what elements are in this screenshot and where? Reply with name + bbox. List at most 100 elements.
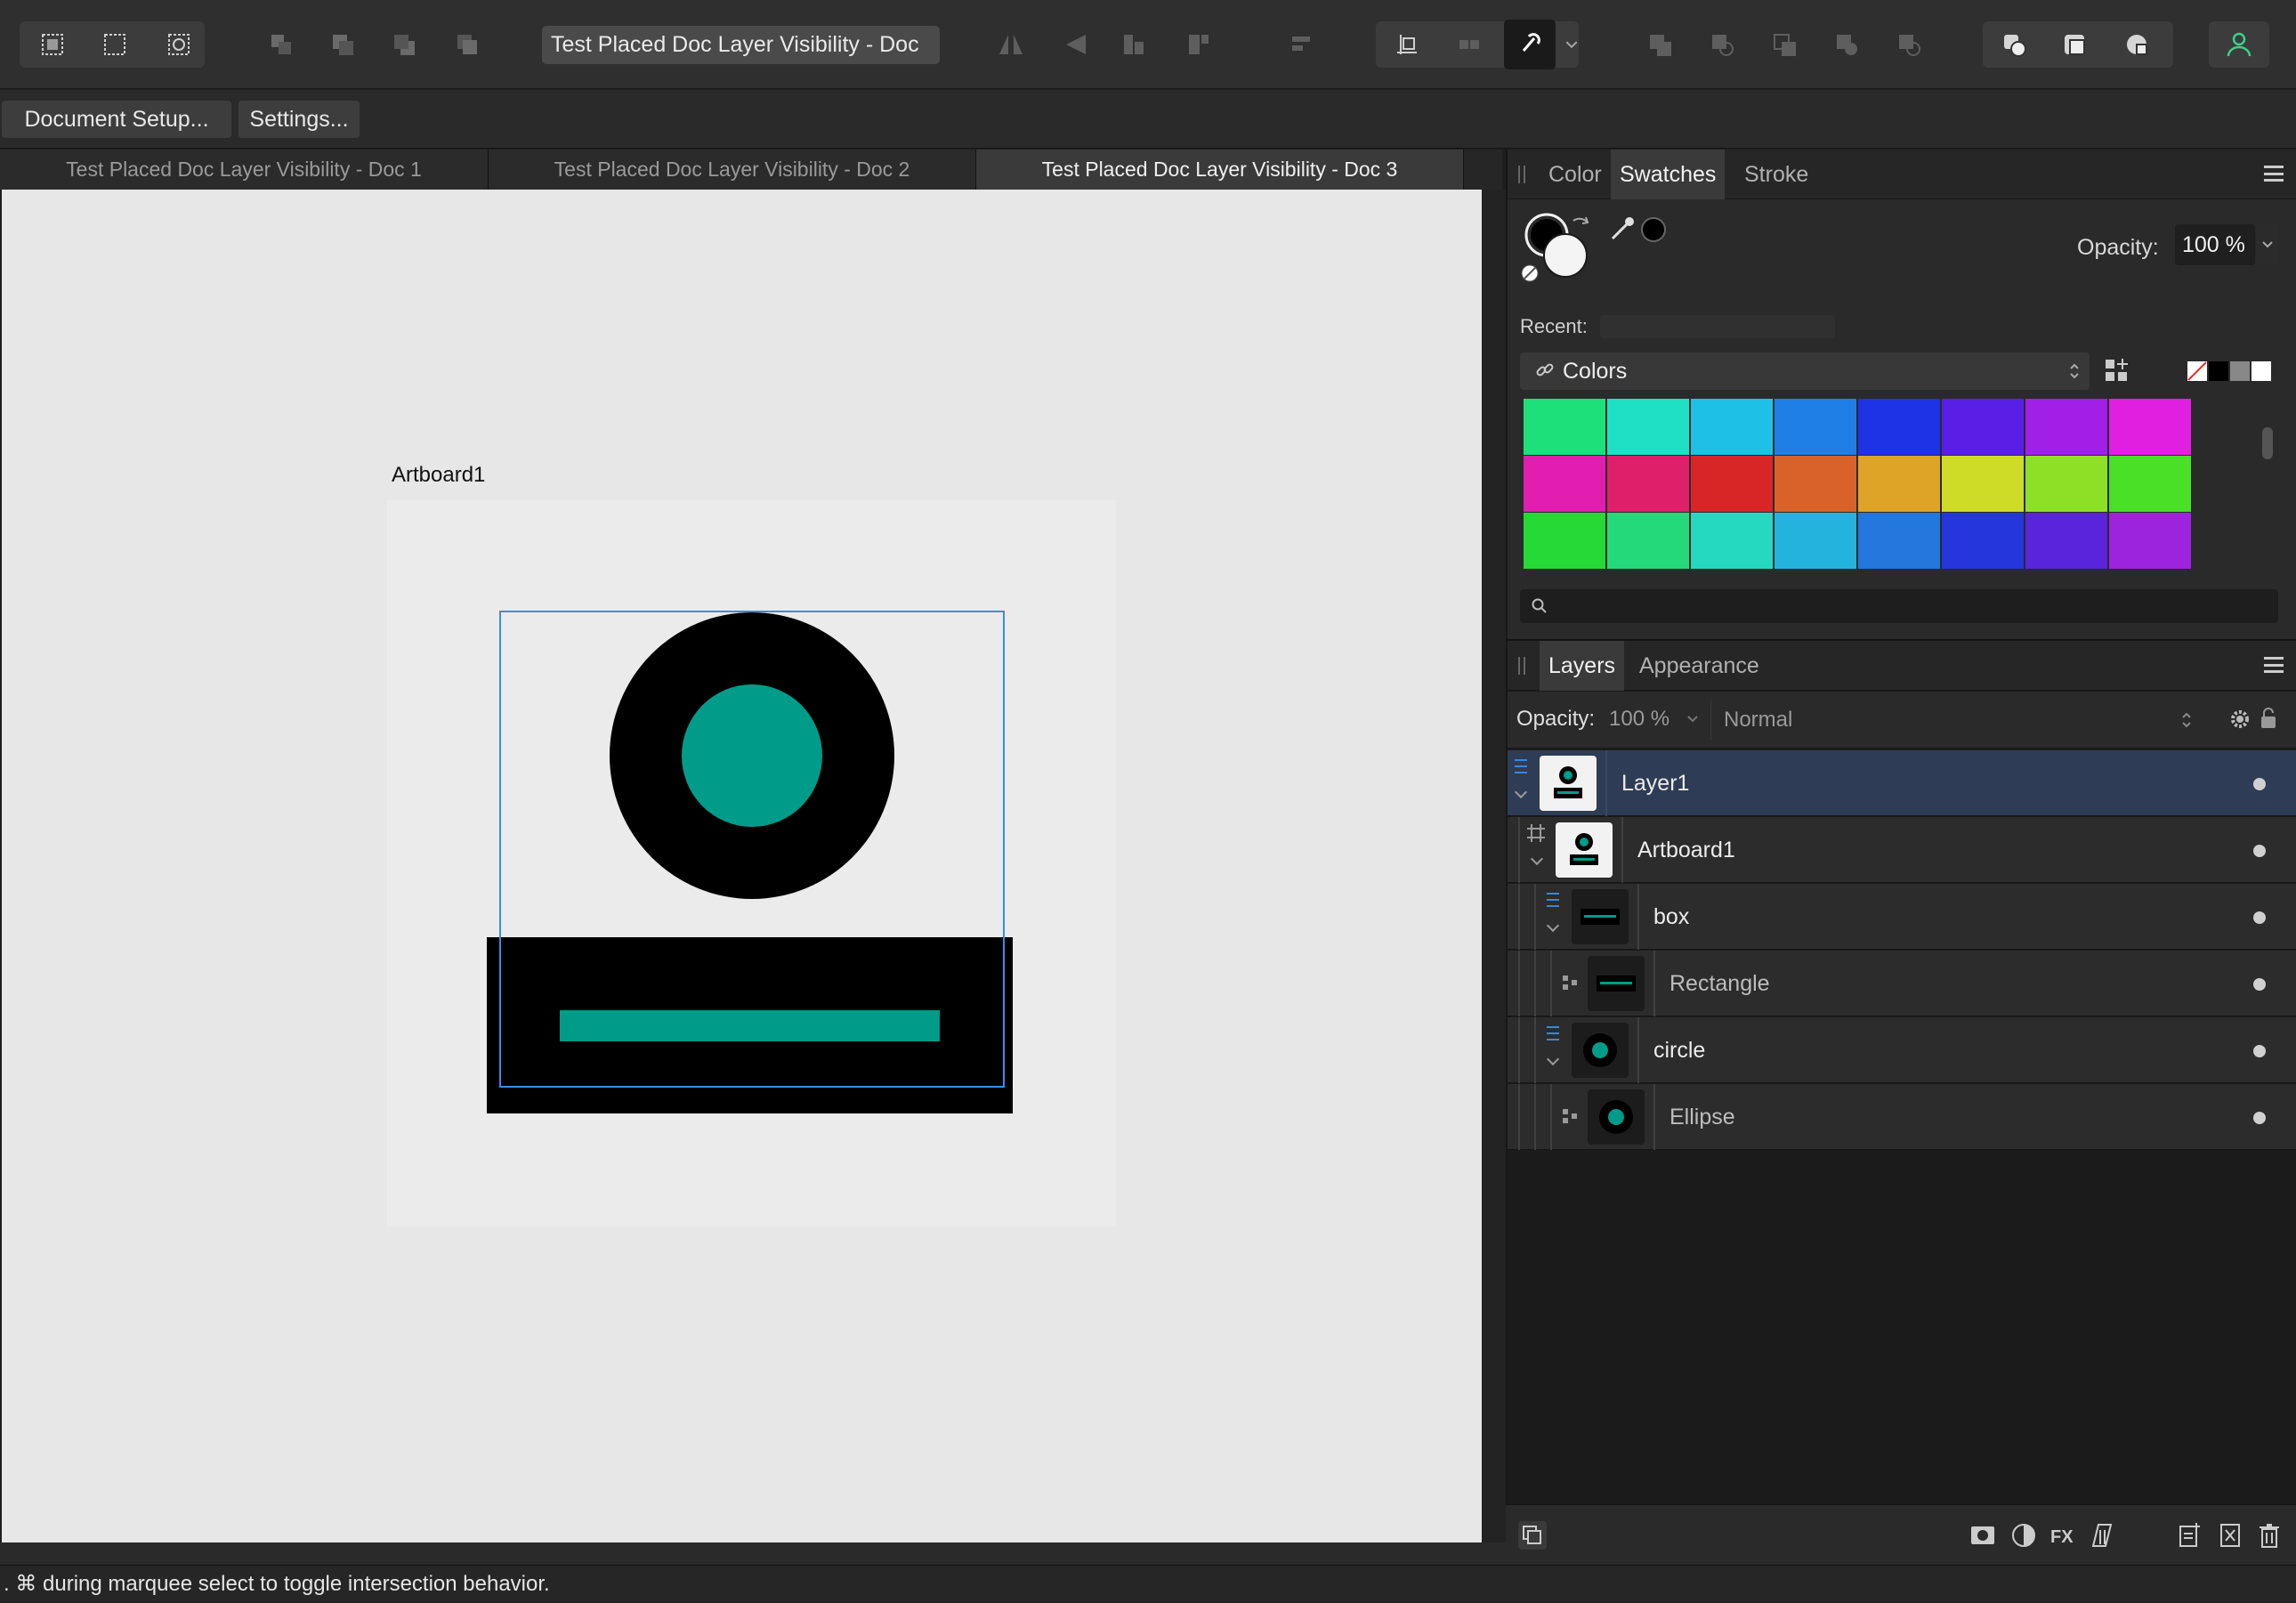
color-swatch[interactable] — [1775, 456, 1856, 512]
color-swatch[interactable] — [2025, 399, 2107, 455]
layer-row-layer1[interactable]: Layer1 — [1508, 750, 2296, 816]
panel-grip-icon[interactable] — [1518, 166, 1525, 183]
expand-chevron-icon[interactable] — [1546, 1052, 1560, 1066]
arrange-front-icon[interactable] — [441, 20, 493, 69]
color-swatch[interactable] — [1524, 456, 1605, 512]
arrange-forward-icon[interactable] — [378, 20, 430, 69]
recent-colors-strip[interactable] — [1600, 315, 1835, 338]
swatch-search-input[interactable] — [1520, 589, 2278, 623]
visibility-toggle[interactable] — [2253, 978, 2266, 991]
arrange-back-icon[interactable] — [255, 20, 307, 69]
transform-origin-icon[interactable] — [1443, 20, 1495, 69]
insert-inside-icon[interactable] — [2049, 20, 2100, 69]
panel-grip-icon[interactable] — [1518, 657, 1525, 675]
tab-doc-2[interactable]: Test Placed Doc Layer Visibility - Doc 2 — [489, 150, 976, 190]
visibility-toggle[interactable] — [2253, 911, 2266, 924]
tab-layers[interactable]: Layers — [1540, 641, 1625, 691]
visibility-toggle[interactable] — [2253, 845, 2266, 857]
panel-menu-icon[interactable] — [2264, 166, 2284, 182]
live-filter-icon[interactable] — [2088, 1521, 2116, 1550]
white-swatch[interactable] — [2252, 361, 2271, 381]
color-swatch[interactable] — [1942, 399, 2024, 455]
mask-icon[interactable] — [1969, 1521, 1997, 1550]
settings-button[interactable]: Settings... — [238, 101, 360, 138]
none-swatch-icon[interactable] — [2187, 361, 2207, 381]
flip-vertical-icon[interactable] — [1050, 20, 1102, 69]
layer-row-circle[interactable]: circle — [1508, 1017, 2296, 1083]
no-color-icon[interactable] — [1520, 263, 1540, 283]
divide-icon[interactable] — [1883, 20, 1935, 69]
visibility-toggle[interactable] — [2253, 778, 2266, 790]
deselect-icon[interactable] — [89, 20, 141, 69]
group-icon[interactable] — [2216, 1521, 2244, 1550]
subtract-icon[interactable] — [1696, 20, 1748, 69]
color-swatch[interactable] — [1858, 456, 1940, 512]
opacity-chevron-icon[interactable] — [2257, 224, 2278, 265]
flip-horizontal-icon[interactable] — [985, 20, 1037, 69]
intersect-icon[interactable] — [1758, 20, 1810, 69]
expand-chevron-icon[interactable] — [1514, 785, 1528, 799]
trash-icon[interactable] — [2255, 1521, 2284, 1550]
tab-swatches[interactable]: Swatches — [1611, 150, 1726, 199]
color-swatch[interactable] — [1858, 513, 1940, 569]
color-swatch[interactable] — [1607, 456, 1689, 512]
picked-color-swatch[interactable] — [1641, 217, 1666, 242]
color-swatch[interactable] — [1607, 399, 1689, 455]
select-all-icon[interactable] — [27, 20, 78, 69]
swatch-scrollbar[interactable] — [2262, 427, 2273, 459]
select-object-icon[interactable] — [153, 20, 205, 69]
fill-color-well[interactable] — [1543, 233, 1588, 278]
insert-behind-icon[interactable] — [1988, 20, 2040, 69]
layer-row-ellipse[interactable]: Ellipse — [1508, 1084, 2296, 1150]
rotate-left-icon[interactable] — [1108, 20, 1160, 69]
palette-selector[interactable]: Colors — [1520, 352, 2090, 390]
black-swatch[interactable] — [2209, 361, 2228, 381]
color-swatch[interactable] — [2109, 513, 2191, 569]
layer-row-rectangle[interactable]: Rectangle — [1508, 951, 2296, 1016]
add-icon[interactable] — [1634, 20, 1686, 69]
color-picker-icon[interactable] — [1607, 214, 1637, 244]
gray-swatch[interactable] — [2230, 361, 2250, 381]
expand-chevron-icon[interactable] — [1546, 919, 1560, 933]
adjustment-icon[interactable] — [2009, 1521, 2038, 1550]
color-swatch[interactable] — [1691, 399, 1773, 455]
color-swatch[interactable] — [1942, 513, 2024, 569]
color-swatch[interactable] — [2109, 456, 2191, 512]
tab-color[interactable]: Color — [1540, 150, 1611, 199]
tab-doc-1[interactable]: Test Placed Doc Layer Visibility - Doc 1 — [0, 150, 489, 190]
layer-opacity-value[interactable]: 100 % — [1609, 707, 1669, 732]
layer-mode-icon[interactable] — [1518, 1521, 1547, 1550]
color-swatch[interactable] — [2025, 456, 2107, 512]
gear-icon[interactable] — [2228, 708, 2252, 731]
color-swatch[interactable] — [2109, 399, 2191, 455]
visibility-toggle[interactable] — [2253, 1045, 2266, 1057]
color-swatch[interactable] — [1775, 513, 1856, 569]
expand-chevron-icon[interactable] — [1530, 852, 1544, 866]
layer-row-artboard1[interactable]: Artboard1 — [1508, 817, 2296, 883]
add-layer-icon[interactable] — [2175, 1521, 2203, 1550]
color-swatch[interactable] — [1691, 513, 1773, 569]
tab-stroke[interactable]: Stroke — [1735, 150, 1817, 199]
snapping-options-chevron-icon[interactable] — [1556, 20, 1588, 69]
align-icon[interactable] — [1276, 20, 1328, 69]
lock-icon[interactable] — [2259, 706, 2278, 731]
insert-front-icon[interactable] — [2111, 20, 2163, 69]
swap-colors-icon[interactable] — [1570, 214, 1593, 237]
visibility-toggle[interactable] — [2253, 1112, 2266, 1124]
rotate-right-icon[interactable] — [1173, 20, 1225, 69]
snapping-icon[interactable] — [1381, 20, 1433, 69]
panel-menu-icon[interactable] — [2264, 657, 2284, 673]
color-swatch[interactable] — [1524, 399, 1605, 455]
color-swatch[interactable] — [1607, 513, 1689, 569]
blend-mode-select[interactable]: Normal — [1710, 700, 2200, 740]
layer-row-box[interactable]: box — [1508, 884, 2296, 950]
color-swatch[interactable] — [1775, 399, 1856, 455]
snap-magnet-icon[interactable] — [1504, 20, 1556, 69]
color-swatch[interactable] — [1691, 456, 1773, 512]
tab-doc-3[interactable]: Test Placed Doc Layer Visibility - Doc 3 — [976, 150, 1464, 190]
color-swatch[interactable] — [1942, 456, 2024, 512]
persona-icon[interactable] — [2213, 20, 2265, 69]
add-swatch-icon[interactable] — [2102, 356, 2132, 386]
artboard-label[interactable]: Artboard1 — [392, 463, 485, 488]
color-swatch[interactable] — [1524, 513, 1605, 569]
